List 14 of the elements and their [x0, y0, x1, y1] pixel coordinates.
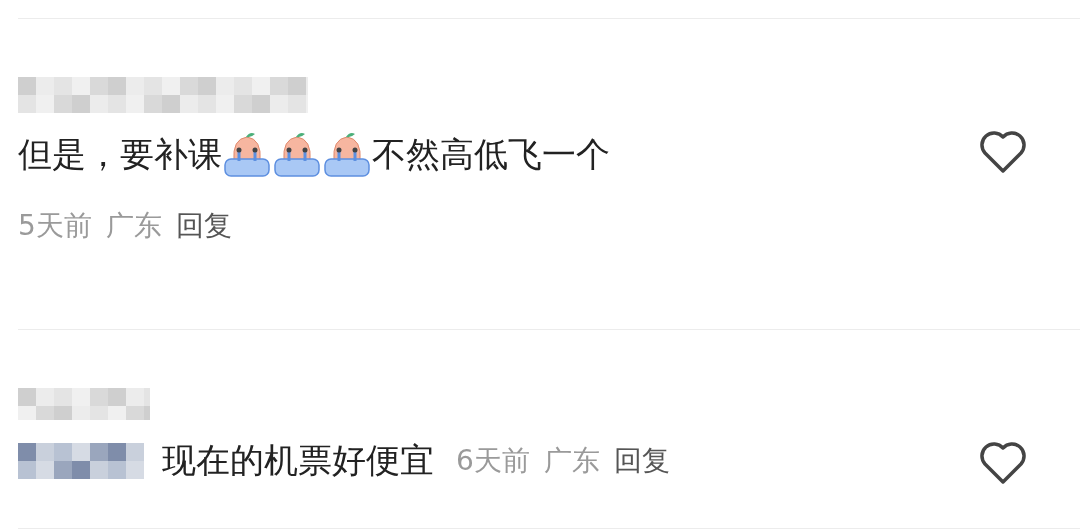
crying-peach-icon: [222, 131, 272, 179]
comment-location: 广东: [105, 208, 162, 244]
comment-text: 不然高低飞一个: [372, 133, 610, 176]
like-icon[interactable]: [978, 129, 1028, 175]
like-icon[interactable]: [978, 440, 1028, 486]
reply-button[interactable]: 回复: [613, 442, 670, 480]
comment-time: 5天前: [18, 208, 92, 244]
crying-peach-icon: [272, 131, 322, 179]
comment-text: 现在的机票好便宜: [162, 439, 434, 482]
crying-peach-icon: [322, 131, 372, 179]
comment-text: 但是，要补课: [18, 133, 222, 176]
reply-button[interactable]: 回复: [175, 207, 232, 245]
comment-location: 广东: [543, 443, 600, 479]
comment-time: 6天前: [456, 443, 530, 479]
